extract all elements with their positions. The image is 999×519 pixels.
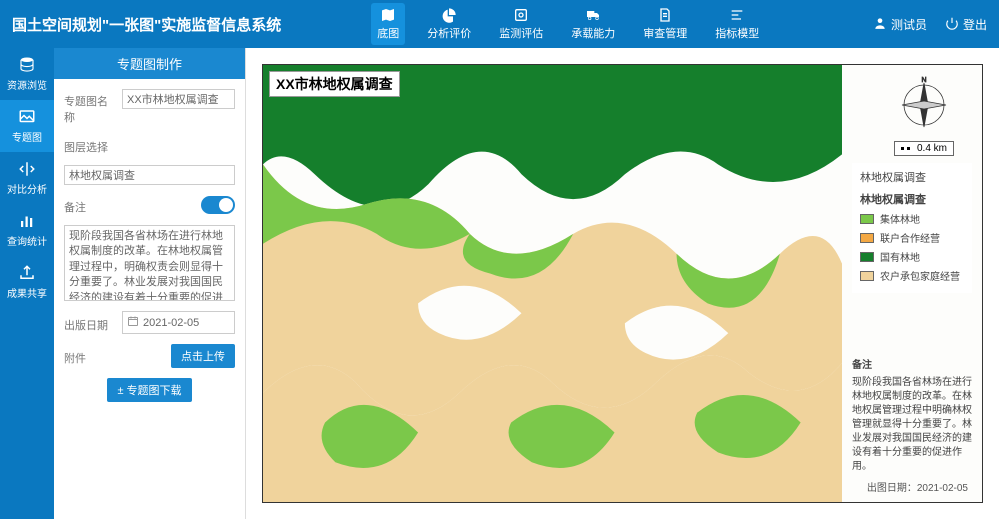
- layer-label: 图层选择: [64, 135, 116, 155]
- sidebar-item-browse[interactable]: 资源浏览: [0, 48, 54, 100]
- calendar-icon: [127, 315, 139, 330]
- map-icon: [379, 7, 397, 23]
- compass-icon: N: [894, 75, 954, 135]
- map-panel: XX市林地权属调查 N 0.4 km 林地权属调查 林地权属调查 集体林地联户合…: [246, 48, 999, 519]
- legend-swatch: [860, 252, 874, 262]
- user-link[interactable]: 测试员: [873, 16, 927, 33]
- scale-bar: 0.4 km: [894, 141, 954, 156]
- legend-item: 国有林地: [860, 249, 964, 264]
- remark-toggle[interactable]: [201, 196, 235, 214]
- nav-label: 监测评估: [499, 25, 543, 41]
- logout-label: 登出: [963, 16, 987, 33]
- date-label: 出版日期: [64, 313, 116, 333]
- sidebar-item-label: 资源浏览: [7, 77, 47, 92]
- share-icon: [17, 264, 37, 282]
- legend-item: 农户承包家庭经营: [860, 268, 964, 283]
- app-title: 国土空间规划"一张图"实施监督信息系统: [12, 14, 281, 35]
- sidebar-item-compare[interactable]: 对比分析: [0, 152, 54, 204]
- upload-button[interactable]: 点击上传: [171, 344, 235, 368]
- nav-label: 指标模型: [715, 25, 759, 41]
- download-button[interactable]: ± 专题图下载: [107, 378, 191, 402]
- date-value: 2021-02-05: [143, 317, 199, 329]
- remark-textarea[interactable]: [64, 225, 235, 301]
- legend-label: 国有林地: [880, 249, 920, 264]
- remark-label: 备注: [64, 195, 116, 215]
- image-icon: [17, 108, 37, 126]
- nav-monitor[interactable]: 监测评估: [493, 3, 549, 45]
- sidebar-item-theme[interactable]: 专题图: [0, 100, 54, 152]
- truck-icon: [584, 7, 602, 23]
- name-label: 专题图名称: [64, 89, 116, 125]
- layer-input[interactable]: [64, 165, 235, 185]
- nav-label: 分析评价: [427, 25, 471, 41]
- legend-swatch: [860, 214, 874, 224]
- user-name: 测试员: [891, 16, 927, 33]
- legend-group: 林地权属调查: [860, 169, 964, 185]
- scale-value: 0.4 km: [917, 143, 947, 154]
- legend-label: 集体林地: [880, 211, 920, 226]
- legend-swatch: [860, 271, 874, 281]
- date-input[interactable]: 2021-02-05: [122, 311, 235, 334]
- logout-link[interactable]: 登出: [945, 16, 987, 33]
- sidebar-item-label: 成果共享: [7, 285, 47, 300]
- legend-label: 农户承包家庭经营: [880, 268, 960, 283]
- nav-review[interactable]: 审查管理: [637, 3, 693, 45]
- toggle-knob: [219, 198, 233, 212]
- nav-label: 底图: [377, 25, 399, 41]
- date-label: 出图日期：: [867, 483, 917, 494]
- logout-icon: [945, 16, 959, 33]
- form-panel: 专题图制作 专题图名称 图层选择 备注 出版日期: [54, 48, 246, 519]
- legend-item: 联户合作经营: [860, 230, 964, 245]
- database-icon: [17, 56, 37, 74]
- map-date: 出图日期：2021-02-05: [867, 479, 968, 494]
- svg-text:N: N: [921, 77, 926, 84]
- sidebar-item-label: 对比分析: [7, 181, 47, 196]
- compare-icon: [17, 160, 37, 178]
- map-notes: 备注 现阶段我国各省林场在进行林地权属制度的改革。在林地权属管理过程中明确林权管…: [852, 359, 972, 474]
- name-input[interactable]: [122, 89, 235, 109]
- legend-swatch: [860, 233, 874, 243]
- document-icon: [656, 7, 674, 23]
- legend-title: 林地权属调查: [860, 191, 964, 207]
- map-container[interactable]: XX市林地权属调查 N 0.4 km 林地权属调查 林地权属调查 集体林地联户合…: [262, 64, 983, 503]
- sidebar-item-label: 查询统计: [7, 233, 47, 248]
- map-legend: 林地权属调查 林地权属调查 集体林地联户合作经营国有林地农户承包家庭经营: [852, 163, 972, 293]
- nav-analysis[interactable]: 分析评价: [421, 3, 477, 45]
- monitor-icon: [512, 7, 530, 23]
- nav-indicators[interactable]: 指标模型: [709, 3, 765, 45]
- sliders-icon: [728, 7, 746, 23]
- top-nav: 底图 分析评价 监测评估 承载能力 审查管理 指标模型: [371, 3, 765, 45]
- nav-capacity[interactable]: 承载能力: [565, 3, 621, 45]
- chart-icon: [17, 212, 37, 230]
- notes-text: 现阶段我国各省林场在进行林地权属制度的改革。在林地权属管理过程中明确林权管理就显…: [852, 376, 972, 474]
- nav-basemap[interactable]: 底图: [371, 3, 405, 45]
- app-header: 国土空间规划"一张图"实施监督信息系统 底图 分析评价 监测评估 承载能力 审查…: [0, 0, 999, 48]
- nav-label: 审查管理: [643, 25, 687, 41]
- map-svg: [263, 65, 842, 502]
- pie-chart-icon: [440, 7, 458, 23]
- sidebar-item-share[interactable]: 成果共享: [0, 256, 54, 308]
- left-sidebar: 资源浏览 专题图 对比分析 查询统计 成果共享: [0, 48, 54, 519]
- notes-title: 备注: [852, 359, 972, 373]
- header-right: 测试员 登出: [873, 16, 987, 33]
- sidebar-item-query[interactable]: 查询统计: [0, 204, 54, 256]
- legend-label: 联户合作经营: [880, 230, 940, 245]
- form-panel-title: 专题图制作: [54, 48, 245, 79]
- sidebar-item-label: 专题图: [12, 129, 42, 144]
- user-icon: [873, 16, 887, 33]
- legend-item: 集体林地: [860, 211, 964, 226]
- map-title: XX市林地权属调查: [269, 71, 400, 97]
- attachment-label: 附件: [64, 346, 116, 366]
- nav-label: 承载能力: [571, 25, 615, 41]
- date-value: 2021-02-05: [917, 483, 968, 494]
